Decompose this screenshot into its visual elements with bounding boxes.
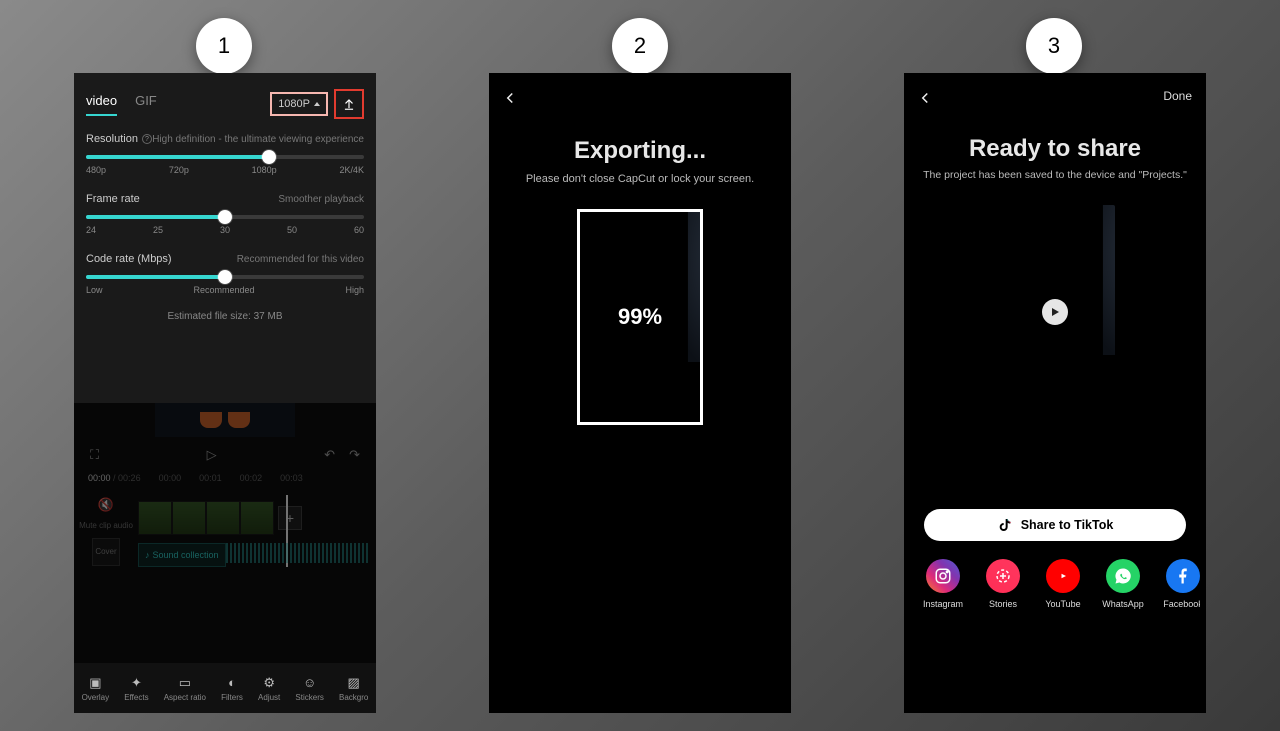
- tool-filters[interactable]: ◐Filters: [221, 675, 243, 702]
- share-item-label: Instagram: [923, 599, 963, 609]
- share-item-label: Facebook: [1163, 599, 1200, 609]
- editor-backdrop: ⛶ ▷ ↶ ↷ 00:00 / 00:26 00:00 00:01 00:02 …: [74, 403, 376, 663]
- resolution-slider-block: Resolution ? High definition - the ultim…: [86, 119, 364, 179]
- audio-waveform[interactable]: [226, 543, 368, 563]
- coderate-label: Code rate (Mbps): [86, 253, 172, 265]
- fullscreen-icon[interactable]: ⛶: [90, 447, 99, 463]
- ig-icon: [926, 559, 960, 593]
- framerate-ticks: 24 25 30 50 60: [86, 225, 364, 235]
- coderate-slider[interactable]: [86, 275, 364, 279]
- character-preview-icon: [995, 205, 1115, 355]
- step-badge-1: 1: [196, 18, 252, 74]
- export-button[interactable]: [334, 89, 364, 119]
- resolution-label: Resolution: [86, 133, 138, 145]
- tool-stickers[interactable]: ☺Stickers: [295, 675, 323, 702]
- share-item-label: YouTube: [1045, 599, 1080, 609]
- redo-icon[interactable]: ↷: [349, 447, 360, 463]
- screen-ready-to-share: Done Ready to share The project has been…: [904, 73, 1206, 713]
- chevron-left-icon: [501, 89, 519, 107]
- stories-icon: [986, 559, 1020, 593]
- bottom-toolbar: ▣Overlay ✦Effects ▭Aspect ratio ◐Filters…: [74, 663, 376, 713]
- framerate-hint: Smoother playback: [278, 194, 364, 205]
- chevron-up-icon: [314, 102, 320, 106]
- share-tiktok-button[interactable]: Share to TikTok: [924, 509, 1186, 541]
- wa-icon: [1106, 559, 1140, 593]
- file-size-estimate: Estimated file size: 37 MB: [86, 299, 364, 334]
- done-button[interactable]: Done: [1163, 89, 1192, 103]
- cover-button[interactable]: Cover: [92, 538, 120, 566]
- share-title: Ready to share: [904, 135, 1206, 163]
- resolution-slider[interactable]: [86, 155, 364, 159]
- fb-icon: [1166, 559, 1200, 593]
- resolution-ticks: 480p 720p 1080p 2K/4K: [86, 165, 364, 175]
- share-item-label: Stories: [989, 599, 1017, 609]
- upload-icon: [342, 97, 356, 111]
- share-item-stories[interactable]: Stories: [980, 559, 1026, 609]
- mute-label: Mute clip audio: [79, 521, 133, 530]
- exporting-title: Exporting...: [489, 137, 791, 165]
- add-clip-button[interactable]: +: [278, 506, 302, 530]
- share-item-whatsapp[interactable]: WhatsApp: [1100, 559, 1146, 609]
- back-button[interactable]: [501, 89, 519, 112]
- share-tiktok-label: Share to TikTok: [1021, 518, 1114, 532]
- step-badge-3: 3: [1026, 18, 1082, 74]
- share-subtitle: The project has been saved to the device…: [904, 169, 1206, 181]
- coderate-ticks: Low Recommended High: [86, 285, 364, 295]
- tool-overlay[interactable]: ▣Overlay: [82, 675, 110, 702]
- share-item-facebook[interactable]: Facebook: [1160, 559, 1200, 609]
- play-icon[interactable]: ▷: [207, 447, 217, 463]
- saved-video-preview[interactable]: [995, 205, 1115, 419]
- slider-thumb[interactable]: [218, 210, 232, 224]
- tool-aspect-ratio[interactable]: ▭Aspect ratio: [164, 675, 206, 702]
- mute-icon[interactable]: 🔇: [98, 497, 114, 513]
- sound-collection-tag[interactable]: ♪ Sound collection: [138, 543, 226, 567]
- step-badge-2: 2: [612, 18, 668, 74]
- screen-exporting: Exporting... Please don't close CapCut o…: [489, 73, 791, 713]
- resolution-dropdown[interactable]: 1080P: [270, 92, 328, 116]
- slider-thumb[interactable]: [218, 270, 232, 284]
- time-ruler: 00:00 / 00:26 00:00 00:01 00:02 00:03: [74, 473, 376, 489]
- share-item-instagram[interactable]: Instagram: [920, 559, 966, 609]
- play-button[interactable]: [1042, 299, 1068, 325]
- tool-adjust[interactable]: ⚙Adjust: [258, 675, 280, 702]
- undo-icon[interactable]: ↶: [324, 447, 335, 463]
- help-icon[interactable]: ?: [142, 134, 152, 144]
- tab-video[interactable]: video: [86, 93, 117, 116]
- resolution-hint: High definition - the ultimate viewing e…: [152, 134, 364, 145]
- yt-icon: [1046, 559, 1080, 593]
- framerate-slider[interactable]: [86, 215, 364, 219]
- chevron-left-icon: [916, 89, 934, 107]
- tool-background[interactable]: ▨Backgro: [339, 675, 368, 702]
- export-percent: 99%: [580, 212, 700, 422]
- share-item-label: WhatsApp: [1102, 599, 1144, 609]
- export-preview: 99%: [577, 209, 703, 425]
- share-targets-row: InstagramStoriesYouTubeWhatsAppFacebookO…: [920, 559, 1200, 609]
- framerate-label: Frame rate: [86, 193, 140, 205]
- music-note-icon: ♪: [145, 550, 150, 560]
- screen-export-settings: video GIF 1080P Resolution: [74, 73, 376, 713]
- video-track[interactable]: +: [138, 501, 368, 535]
- tiktok-icon: [997, 517, 1013, 533]
- coderate-slider-block: Code rate (Mbps) Recommended for this vi…: [86, 239, 364, 299]
- share-item-youtube[interactable]: YouTube: [1040, 559, 1086, 609]
- coderate-hint: Recommended for this video: [237, 254, 364, 265]
- play-icon: [1050, 307, 1060, 317]
- back-button[interactable]: [916, 89, 934, 112]
- slider-thumb[interactable]: [262, 150, 276, 164]
- preview-strip: [155, 403, 295, 437]
- exporting-subtitle: Please don't close CapCut or lock your s…: [489, 173, 791, 185]
- tab-gif[interactable]: GIF: [135, 93, 157, 116]
- framerate-slider-block: Frame rate Smoother playback 24 25 30 50…: [86, 179, 364, 239]
- resolution-dropdown-label: 1080P: [278, 98, 310, 110]
- tool-effects[interactable]: ✦Effects: [124, 675, 148, 702]
